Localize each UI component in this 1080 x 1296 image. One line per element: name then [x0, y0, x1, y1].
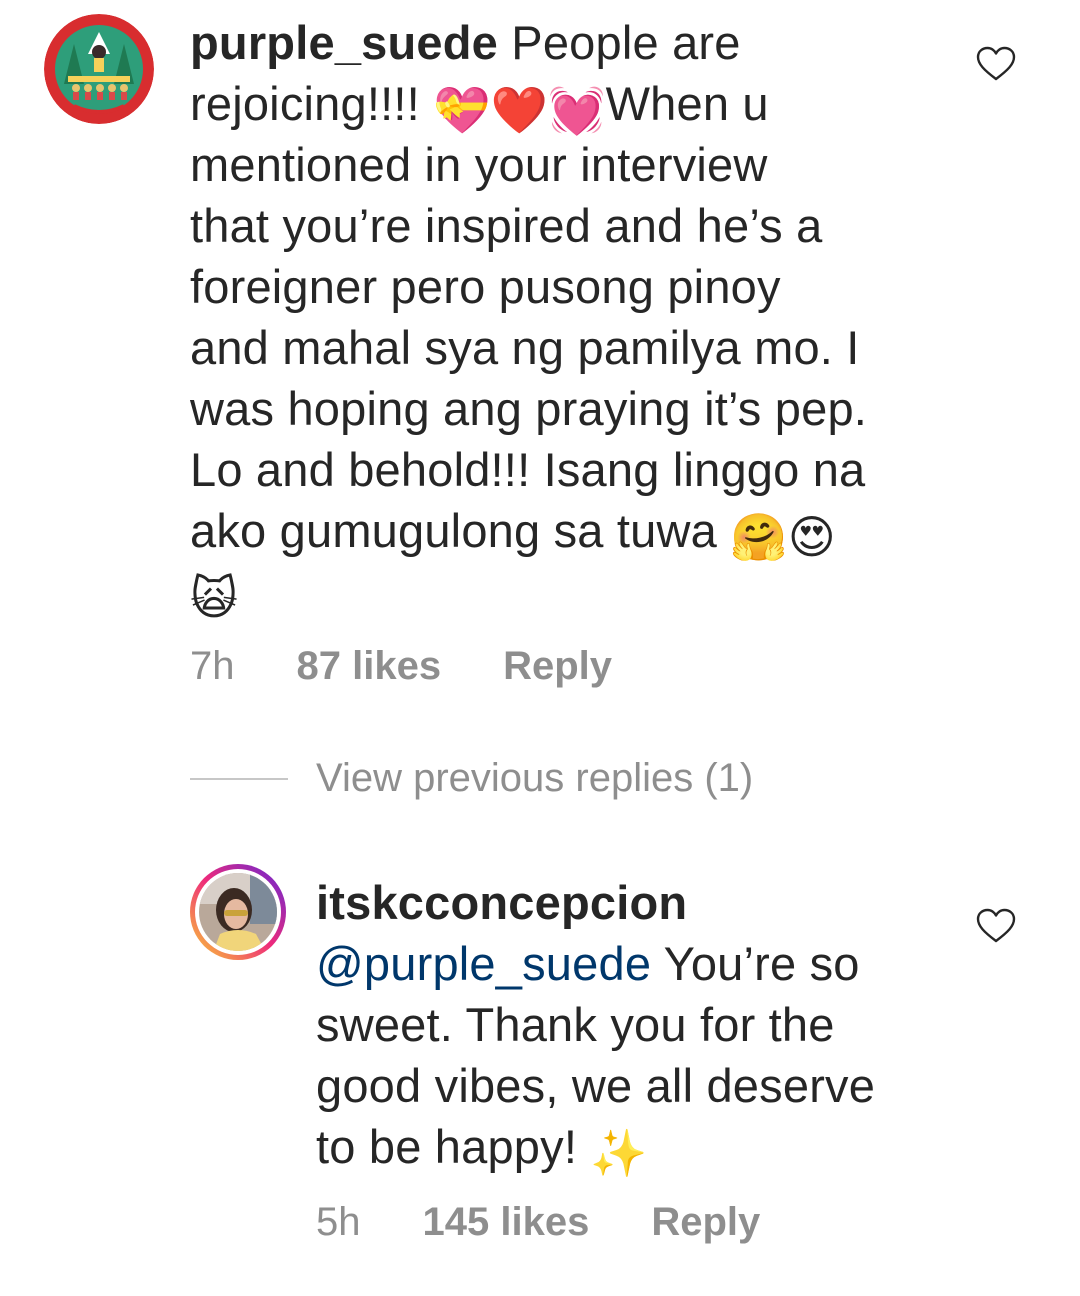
comment-line: was hoping ang praying it’s pep. — [190, 378, 950, 439]
comment-line: that you’re inspired and he’s a — [190, 195, 950, 256]
comment-timestamp: 7h — [190, 644, 235, 688]
comment-line: 🙀 — [190, 561, 950, 622]
comment-line: @purple_suede You’re so — [316, 933, 956, 994]
comment-line: and mahal sya ng pamilya mo. I — [190, 317, 950, 378]
view-previous-replies-label[interactable]: View previous replies (1) — [316, 756, 753, 801]
comment-line: good vibes, we all deserve — [316, 1055, 956, 1116]
comment-text-segment: good vibes, we all deserve — [316, 1059, 876, 1112]
comment-text-segment: that you’re inspired and he’s a — [190, 199, 823, 252]
comment-text-segment: sweet. Thank you for the — [316, 998, 835, 1051]
comment-meta: 5h 145 likes Reply — [316, 1200, 760, 1245]
comment-text-segment: ako gumugulong sa tuwa — [190, 504, 731, 557]
heart-ribbon-emoji-icon: 💝 — [433, 83, 491, 137]
hugging-face-emoji-icon: 🤗 — [730, 510, 788, 564]
heart-outline-icon[interactable] — [976, 46, 1016, 82]
comment-text: purple_suede People are rejoicing!!!! 💝❤… — [190, 12, 950, 622]
view-previous-replies[interactable]: View previous replies (1) — [190, 756, 753, 801]
comment-text-segment: When u — [605, 77, 769, 130]
divider — [190, 777, 288, 780]
mention-link[interactable]: @purple_suede — [316, 937, 651, 990]
likes-count[interactable]: 145 likes — [423, 1200, 590, 1245]
comment-line: to be happy! ✨ — [316, 1116, 956, 1177]
red-heart-emoji-icon: ❤️ — [490, 83, 549, 137]
comment-line: rejoicing!!!! 💝❤️💓When u — [190, 73, 950, 134]
reply-button[interactable]: Reply — [503, 644, 612, 689]
comment-text: itskcconcepcion @purple_suede You’re so … — [316, 872, 956, 1177]
comment-text-segment: and mahal sya ng pamilya mo. I — [190, 321, 860, 374]
comment-line: mentioned in your interview — [190, 134, 950, 195]
christmas-illustration-avatar — [44, 14, 154, 124]
comment-meta: 7h 87 likes Reply — [190, 644, 612, 689]
comment-username[interactable]: purple_suede — [190, 16, 498, 69]
comment-line: sweet. Thank you for the — [316, 994, 956, 1055]
weary-cat-emoji-icon: 🙀 — [190, 571, 239, 625]
sparkles-emoji-icon: ✨ — [590, 1126, 648, 1180]
comment-text-segment: You’re so — [651, 937, 860, 990]
comment-text-segment: People are — [511, 16, 741, 69]
comment-text-segment: was hoping ang praying it’s pep. — [190, 382, 868, 435]
beating-heart-emoji-icon: 💓 — [548, 83, 606, 137]
comment-timestamp: 5h — [316, 1200, 361, 1244]
comment-line: foreigner pero pusong pinoy — [190, 256, 950, 317]
comment-text-segment: Lo and behold!!! Isang linggo na — [190, 443, 866, 496]
comment-text-segment: to be happy! — [316, 1120, 591, 1173]
avatar[interactable] — [44, 14, 154, 124]
comment-text-segment: mentioned in your interview — [190, 138, 768, 191]
heart-eyes-emoji-icon: 😍 — [787, 510, 836, 564]
comment-username[interactable]: itskcconcepcion — [316, 872, 956, 933]
avatar[interactable] — [190, 864, 286, 960]
comment-text-segment: foreigner pero pusong pinoy — [190, 260, 781, 313]
profile-photo-avatar — [199, 873, 277, 951]
comment-line: Lo and behold!!! Isang linggo na — [190, 439, 950, 500]
heart-outline-icon[interactable] — [976, 908, 1016, 944]
likes-count[interactable]: 87 likes — [297, 644, 442, 689]
comment-line: purple_suede People are — [190, 12, 950, 73]
comment-text-segment: rejoicing!!!! — [190, 77, 434, 130]
comment-line: ako gumugulong sa tuwa 🤗😍 — [190, 500, 950, 561]
reply-button[interactable]: Reply — [651, 1200, 760, 1245]
